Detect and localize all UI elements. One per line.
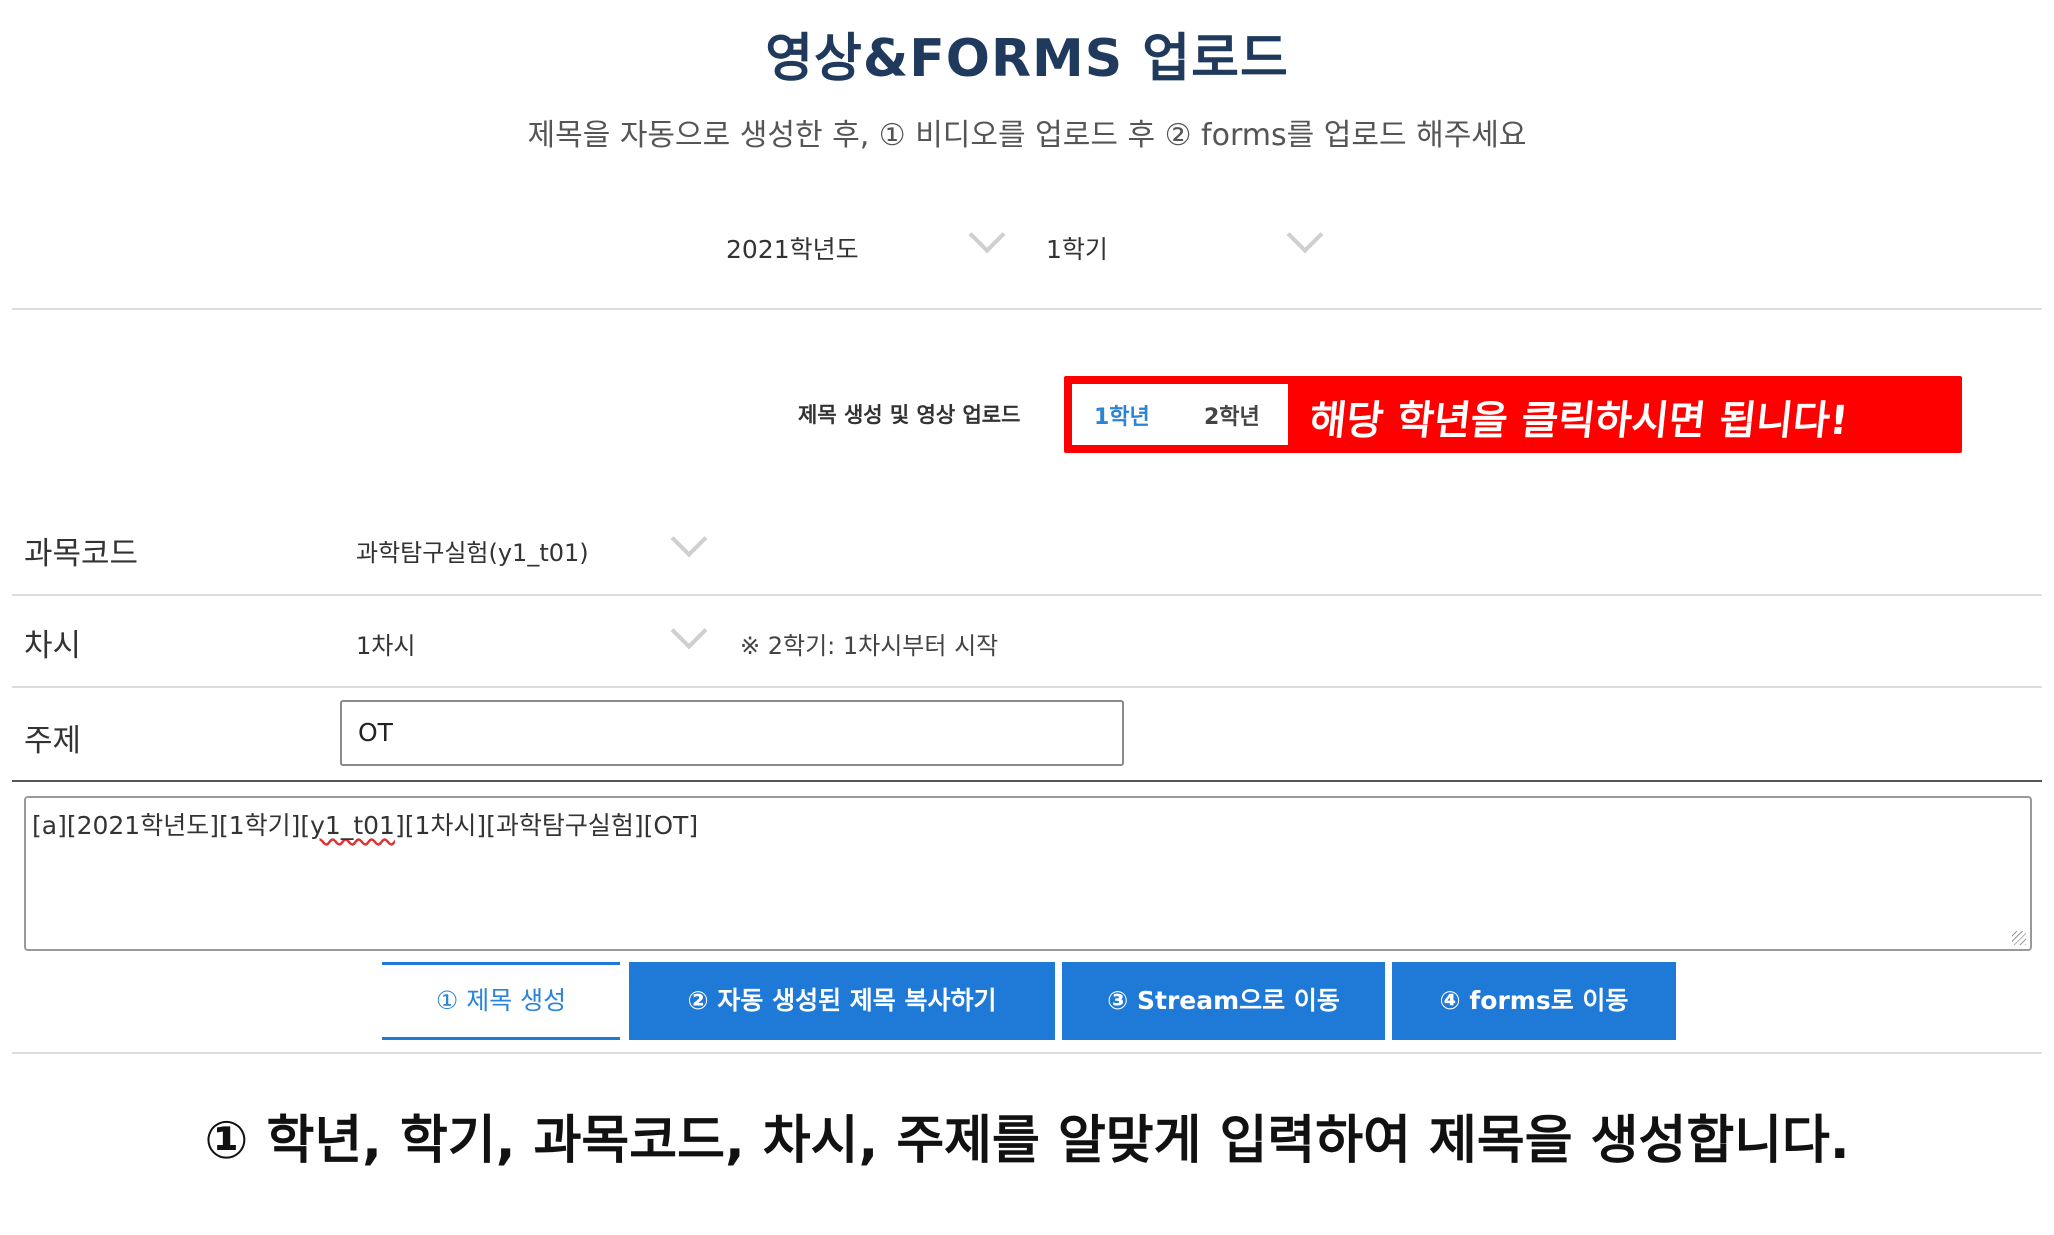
go-to-stream-button[interactable]: ③ Stream으로 이동: [1062, 962, 1385, 1040]
page-title: 영상&FORMS 업로드: [765, 29, 1289, 89]
go-to-forms-button[interactable]: ④ forms로 이동: [1392, 962, 1676, 1040]
generated-title-text-before: [a][2021학년도][1학기][: [32, 811, 311, 840]
resize-handle-icon[interactable]: [2012, 931, 2026, 945]
year-select[interactable]: 2021학년도: [726, 230, 859, 266]
topic-input[interactable]: OT: [340, 700, 1124, 766]
chevron-down-icon[interactable]: [670, 520, 708, 558]
generated-title-textarea[interactable]: [a][2021학년도][1학기][y1_t01][1차시][과학탐구실험][O…: [24, 796, 2032, 951]
period-label: 차시: [24, 628, 82, 664]
page-subtitle: 제목을 자동으로 생성한 후, ① 비디오를 업로드 후 ② forms를 업로…: [527, 118, 1527, 153]
generate-title-button[interactable]: ① 제목 생성: [382, 962, 620, 1040]
callout-annotation: 해당 학년을 클릭하시면 됩니다!: [1307, 398, 1851, 444]
semester-select[interactable]: 1학기: [1046, 230, 1108, 266]
instruction-caption: ① 학년, 학기, 과목코드, 차시, 주제를 알맞게 입력하여 제목을 생성합…: [204, 1111, 1850, 1171]
divider: [12, 308, 2042, 310]
divider: [12, 780, 2042, 782]
divider: [12, 594, 2042, 596]
grade-section-label: 제목 생성 및 영상 업로드: [798, 403, 1021, 427]
copy-title-button[interactable]: ② 자동 생성된 제목 복사하기: [629, 962, 1055, 1040]
subject-code-select[interactable]: 과학탐구실험(y1_t01): [356, 533, 589, 568]
chevron-down-icon[interactable]: [1286, 216, 1324, 254]
divider: [12, 686, 2042, 688]
chevron-down-icon[interactable]: [968, 216, 1006, 254]
period-select[interactable]: 1차시: [356, 626, 415, 661]
generated-title-text-after: ][1차시][과학탐구실험][OT]: [394, 811, 699, 840]
topic-label: 주제: [24, 723, 82, 759]
chevron-down-icon[interactable]: [670, 612, 708, 650]
spellcheck-flagged-text: y1_t01: [310, 811, 395, 840]
period-note: ※ 2학기: 1차시부터 시작: [740, 632, 999, 660]
tab-grade-1[interactable]: 1학년: [1094, 399, 1150, 431]
tab-grade-2[interactable]: 2학년: [1204, 399, 1260, 431]
subject-code-label: 과목코드: [24, 536, 139, 572]
divider: [12, 1052, 2042, 1054]
